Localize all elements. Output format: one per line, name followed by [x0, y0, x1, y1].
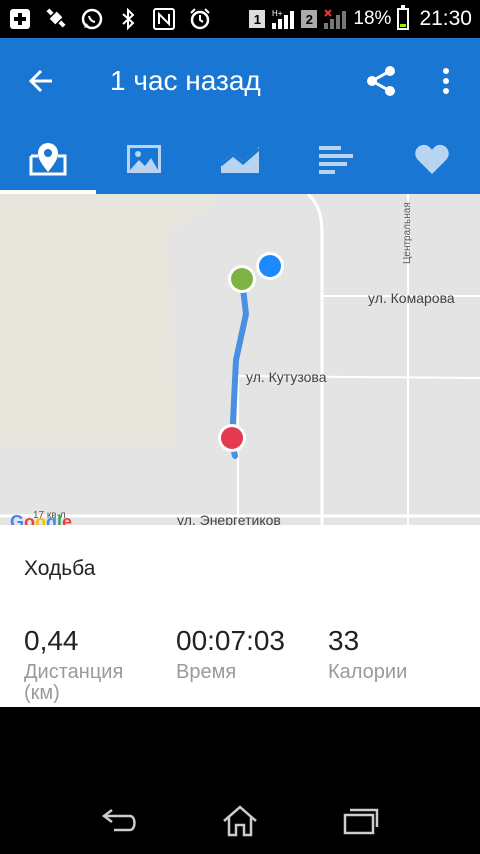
- add-notification-icon: [8, 7, 32, 31]
- map-view[interactable]: ул. Комарова ул. Кутузова ул. Энергетико…: [0, 194, 480, 525]
- tab-photos[interactable]: [96, 124, 192, 194]
- image-icon: [127, 145, 161, 173]
- street-label-komarova: ул. Комарова: [368, 290, 455, 306]
- satellite-icon: [44, 7, 68, 31]
- sim2-badge: 2: [301, 10, 318, 28]
- signal-off-icon: [323, 7, 347, 31]
- share-button[interactable]: [358, 58, 404, 104]
- status-bar: 1 H+ 2 18% 21:30: [0, 0, 480, 38]
- street-label-centralnaya: Центральная: [402, 202, 413, 264]
- app-bar: 1 час назад: [0, 38, 480, 124]
- tab-bar: [0, 124, 480, 194]
- tab-list[interactable]: [288, 124, 384, 194]
- street-label-energetikov: ул. Энергетиков: [177, 512, 281, 525]
- time-label: Время: [176, 661, 237, 683]
- more-options-button[interactable]: [426, 58, 466, 104]
- stat-time: 00:07:03 Время: [176, 625, 285, 684]
- activity-summary: Ходьба 0,44 Дистанция (км) 00:07:03 Врем…: [0, 525, 480, 707]
- nfc-icon: [152, 7, 176, 31]
- calories-value: 33: [328, 625, 360, 656]
- end-marker: [221, 427, 243, 449]
- svg-text:H+: H+: [272, 9, 283, 18]
- tab-chart[interactable]: [192, 124, 288, 194]
- list-icon: [319, 146, 353, 174]
- chart-icon: [220, 147, 260, 173]
- whatsapp-icon: [80, 7, 104, 31]
- street-label-kutuzova: ул. Кутузова: [246, 369, 327, 385]
- map-icon: [29, 143, 67, 176]
- start-marker: [231, 268, 253, 290]
- stat-calories: 33 Калории: [328, 625, 407, 684]
- distance-label: Дистанция: [24, 661, 124, 683]
- arrow-left-icon: [28, 69, 52, 93]
- screen: 1 H+ 2 18% 21:30 1 час назад ул. Комаров…: [0, 0, 480, 854]
- nav-recents-button[interactable]: [338, 799, 382, 843]
- stat-distance: 0,44 Дистанция (км): [24, 625, 123, 705]
- nav-back-button[interactable]: [98, 799, 142, 843]
- nav-home-button[interactable]: [218, 799, 262, 843]
- recents-icon: [343, 808, 379, 835]
- tab-favorite[interactable]: [384, 124, 480, 194]
- more-vert-icon: [443, 68, 449, 94]
- park-area: [0, 194, 218, 446]
- distance-unit: (км): [24, 682, 60, 704]
- current-location-marker: [259, 255, 281, 277]
- battery-percent: 18%: [353, 8, 392, 29]
- google-logo[interactable]: Google: [10, 512, 72, 525]
- share-icon: [367, 66, 395, 96]
- sim1-badge: 1: [249, 10, 266, 28]
- back-button[interactable]: [0, 38, 82, 124]
- battery-icon: [397, 5, 410, 30]
- home-icon: [223, 805, 257, 837]
- time-value: 00:07:03: [176, 625, 285, 656]
- activity-type: Ходьба: [24, 557, 96, 580]
- tab-map[interactable]: [0, 124, 96, 194]
- alarm-icon: [188, 7, 212, 31]
- distance-value: 0,44: [24, 625, 79, 656]
- bluetooth-icon: [116, 7, 140, 31]
- system-nav-bar: [0, 707, 480, 854]
- page-title: 1 час назад: [110, 65, 261, 96]
- signal-icon: H+: [271, 7, 295, 31]
- back-icon: [101, 809, 136, 832]
- calories-label: Калории: [328, 661, 408, 683]
- heart-icon: [415, 144, 449, 174]
- clock: 21:30: [419, 7, 472, 30]
